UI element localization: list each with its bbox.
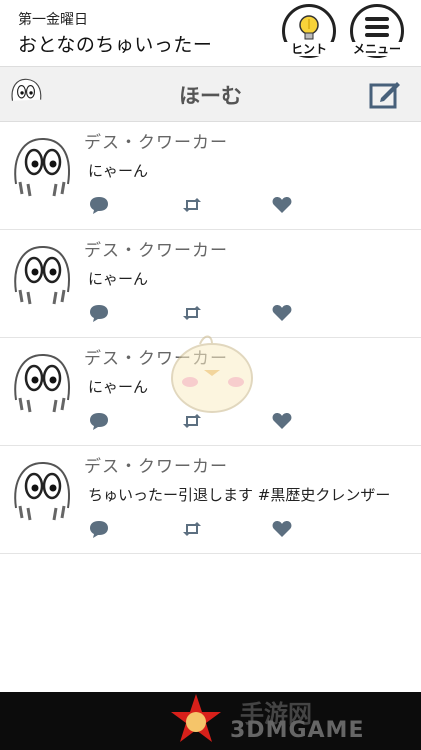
heart-icon[interactable]: [272, 196, 292, 214]
author-avatar[interactable]: [10, 350, 74, 414]
menu-label: メニュー: [347, 42, 407, 56]
watermark-brand: 3DMGAME: [230, 718, 365, 743]
app-title: おとなのちゅいったー: [18, 34, 213, 56]
hint-button[interactable]: ヒント: [279, 4, 339, 58]
reply-icon[interactable]: [89, 196, 109, 214]
chick-mascot-overlay: [171, 335, 253, 413]
post-text: にゃーん: [88, 162, 149, 180]
reply-icon[interactable]: [89, 412, 109, 430]
retweet-icon[interactable]: [182, 304, 202, 322]
compose-icon[interactable]: [368, 79, 402, 111]
day-label: 第一金曜日: [18, 12, 88, 28]
home-bar: ほーむ: [0, 66, 421, 122]
page-title: ほーむ: [179, 84, 242, 108]
heart-icon[interactable]: [272, 412, 292, 430]
mascot-star-logo: [171, 694, 221, 742]
post[interactable]: デス・クワーカー にゃーん: [0, 230, 421, 338]
heart-icon[interactable]: [272, 304, 292, 322]
post[interactable]: デス・クワーカー にゃーん: [0, 122, 421, 230]
hint-label: ヒント: [279, 42, 339, 56]
post-text: ちゅいったー引退します #黒歴史クレンザー: [88, 486, 391, 504]
menu-button[interactable]: メニュー: [347, 4, 407, 58]
reply-icon[interactable]: [89, 304, 109, 322]
post[interactable]: デス・クワーカー ちゅいったー引退します #黒歴史クレンザー: [0, 446, 421, 554]
heart-icon[interactable]: [272, 520, 292, 538]
author-avatar[interactable]: [10, 458, 74, 522]
retweet-icon[interactable]: [182, 520, 202, 538]
post-text: にゃーん: [88, 270, 149, 288]
retweet-icon[interactable]: [182, 196, 202, 214]
watermark-bar: 手游网 3DMGAME: [0, 692, 421, 750]
author-avatar[interactable]: [10, 242, 74, 306]
post-author[interactable]: デス・クワーカー: [84, 128, 228, 153]
author-avatar[interactable]: [10, 134, 74, 198]
app-header: 第一金曜日 おとなのちゅいったー ヒント メニュー: [0, 0, 421, 64]
post-author[interactable]: デス・クワーカー: [84, 236, 228, 261]
post-text: にゃーん: [88, 378, 149, 396]
post-author[interactable]: デス・クワーカー: [84, 452, 228, 477]
reply-icon[interactable]: [89, 520, 109, 538]
